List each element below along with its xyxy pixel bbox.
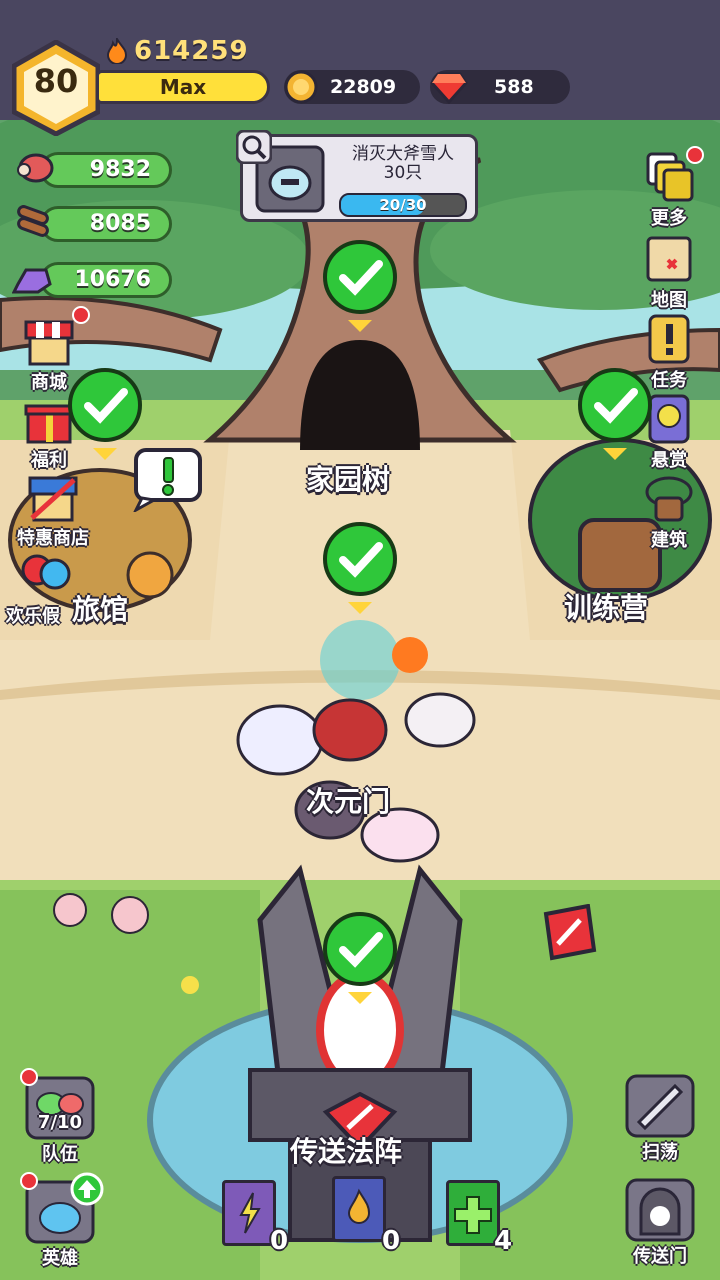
combat-power: 614259	[106, 36, 249, 66]
portal-button[interactable]: 传送门	[622, 1178, 698, 1268]
xp-label: Max	[159, 75, 207, 99]
stone-portal-icon	[625, 1178, 695, 1242]
magnifier-icon[interactable]	[236, 130, 272, 164]
teleport-array-check-badge[interactable]	[323, 912, 397, 986]
bounty-label: 悬赏	[651, 450, 687, 471]
quest-progress-bar: 20/30	[339, 193, 467, 217]
xp-bar: Max	[96, 70, 270, 104]
quest-title-line1: 消灭大斧雪人	[352, 144, 454, 164]
team-notification-dot	[20, 1068, 38, 1086]
quest-progress-text: 20/30	[379, 196, 427, 214]
red-sword-flag-icon[interactable]	[538, 904, 598, 962]
purple-skill-book[interactable]	[222, 1180, 276, 1246]
dimension-gate-arrow	[348, 602, 372, 614]
build-label: 建筑	[651, 530, 687, 551]
welfare-label: 福利	[31, 450, 67, 471]
wood-counter[interactable]: 8085	[40, 206, 172, 242]
quest-tracker-panel[interactable]: 消灭大斧雪人 30只 20/30	[240, 134, 478, 222]
inn-check-badge[interactable]	[68, 368, 142, 442]
heroes-notification-dot	[20, 1172, 38, 1190]
wood-logs-icon	[17, 205, 49, 237]
special-shop-button[interactable]: 特惠商店	[10, 470, 96, 550]
portal-label: 传送门	[633, 1246, 687, 1267]
plus-cross-icon	[454, 1196, 492, 1234]
tasks-button[interactable]: 任务	[634, 312, 704, 392]
green-skill-book[interactable]	[446, 1180, 500, 1246]
red-gem-icon	[430, 72, 468, 104]
exclamation-speech-bubble-icon	[133, 448, 202, 512]
gem-value: 588	[494, 76, 534, 98]
training-camp-arrow	[603, 448, 627, 460]
blue-skill-book[interactable]	[332, 1176, 386, 1242]
home-tree-check-badge[interactable]	[323, 240, 397, 314]
checkmark-icon	[594, 388, 638, 424]
shop-notification-dot	[72, 306, 90, 324]
checkmark-icon	[339, 260, 383, 296]
build-button[interactable]: 建筑	[634, 472, 704, 552]
more-label: 更多	[651, 208, 687, 229]
teleport-array-arrow	[348, 992, 372, 1004]
combat-power-value: 614259	[134, 36, 249, 66]
sweep-label: 扫荡	[642, 1142, 678, 1163]
map-label: 地图	[651, 290, 687, 311]
meat-counter[interactable]: 9832	[40, 152, 172, 188]
purple-ingot-icon	[12, 268, 52, 294]
crystal-counter[interactable]: 10676	[40, 262, 172, 298]
upgrade-arrow-icon	[70, 1172, 104, 1206]
wood-value: 8085	[89, 211, 151, 236]
blue-book-count: 0	[382, 1226, 401, 1256]
gem-counter[interactable]: 588	[430, 70, 570, 104]
training-camp-check-badge[interactable]	[578, 368, 652, 442]
heroes-label: 英雄	[42, 1248, 78, 1269]
special-shop-label: 特惠商店	[17, 528, 89, 549]
inn-label[interactable]: 旅馆	[72, 588, 128, 628]
shop-button[interactable]: 商城	[14, 314, 84, 394]
green-book-count: 4	[494, 1226, 513, 1256]
gold-value: 22809	[330, 76, 397, 98]
team-button[interactable]: 7/10 队伍	[22, 1076, 98, 1166]
player-level: 80	[33, 62, 79, 100]
building-icon	[645, 476, 693, 522]
home-tree-label[interactable]: 家园树	[306, 458, 390, 498]
flame-rune-icon	[347, 1188, 371, 1224]
training-camp-label[interactable]: 训练营	[564, 586, 648, 626]
gold-coin-icon	[284, 70, 318, 104]
flame-icon	[106, 38, 128, 64]
balloons-icon	[21, 554, 71, 590]
meat-icon	[17, 153, 54, 183]
meat-value: 9832	[89, 157, 151, 182]
checkmark-icon	[339, 542, 383, 578]
sweep-button[interactable]: 扫荡	[622, 1074, 698, 1164]
map-button[interactable]: 地图	[634, 232, 704, 312]
shop-stall-icon	[24, 320, 74, 366]
dimension-gate-label[interactable]: 次元门	[306, 780, 390, 820]
team-count: 7/10	[37, 1112, 83, 1133]
teleport-array-label[interactable]: 传送法阵	[290, 1130, 402, 1170]
crystal-value: 10676	[74, 267, 151, 292]
inn-arrow	[93, 448, 117, 460]
team-label: 队伍	[42, 1144, 78, 1165]
lightning-icon	[239, 1192, 261, 1234]
checkmark-icon	[339, 932, 383, 968]
home-tree-arrow	[348, 320, 372, 332]
purple-book-count: 0	[270, 1226, 289, 1256]
treasure-map-icon	[646, 236, 692, 282]
more-notification-dot	[686, 146, 704, 164]
quest-scroll-icon	[648, 314, 690, 364]
sword-sweep-icon	[625, 1074, 695, 1138]
dimension-gate-check-badge[interactable]	[323, 522, 397, 596]
discount-shop-icon	[28, 476, 78, 522]
gold-counter[interactable]: 22809	[284, 70, 420, 104]
checkmark-icon	[84, 388, 128, 424]
quest-title-line2: 30只	[383, 163, 423, 183]
